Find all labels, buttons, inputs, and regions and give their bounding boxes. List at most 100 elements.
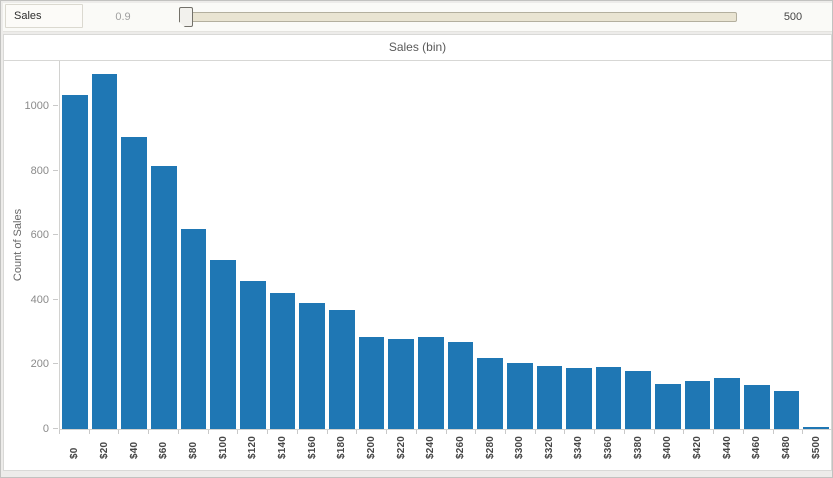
x-axis-label: $420 <box>692 436 704 460</box>
histogram-bar[interactable] <box>803 427 830 429</box>
x-label-slot: $280 <box>475 436 505 459</box>
x-axis-label: $40 <box>128 441 140 460</box>
histogram-bar[interactable] <box>91 74 118 429</box>
histogram-bar[interactable] <box>714 378 741 429</box>
chart-title: Sales (bin) <box>4 35 831 61</box>
histogram-bar[interactable] <box>328 310 355 429</box>
histogram-bar[interactable] <box>536 366 563 429</box>
bar-slot <box>564 61 594 429</box>
x-label-slot: $200 <box>357 436 387 459</box>
bar-slot <box>149 61 179 429</box>
x-tick-mark <box>296 430 298 434</box>
histogram-bar[interactable] <box>595 367 622 429</box>
bar-slot <box>801 61 831 429</box>
x-label-slot: $60 <box>149 436 179 459</box>
x-tick-mark <box>742 430 744 434</box>
x-axis-label: $260 <box>454 436 466 460</box>
y-tick-label: 200 <box>30 358 49 371</box>
histogram-bar[interactable] <box>447 342 474 429</box>
histogram-bar[interactable] <box>773 391 800 429</box>
histogram-bar[interactable] <box>299 303 325 429</box>
y-tick-mark <box>53 428 58 429</box>
plot-area <box>59 61 832 430</box>
x-tick-mark <box>237 430 239 434</box>
x-axis-label: $480 <box>781 436 793 460</box>
x-label-slot: $40 <box>119 436 149 459</box>
filter-min-value: 0.9 <box>115 11 131 23</box>
histogram-bar[interactable] <box>477 358 503 429</box>
x-axis: $0 $20 $40 $60 $80 $100 $120 $140 $160 $180 $200 $2… <box>59 430 832 470</box>
bar-slot <box>386 61 416 429</box>
histogram-bar[interactable] <box>180 229 207 429</box>
y-tick-label: 800 <box>30 164 49 177</box>
histogram-bar[interactable] <box>655 384 681 429</box>
histogram-bar[interactable] <box>566 368 592 429</box>
x-label-slot: $300 <box>505 436 535 459</box>
x-axis-label: $120 <box>247 436 259 460</box>
x-tick-mark <box>504 430 506 434</box>
x-tick-mark <box>713 430 715 434</box>
x-axis-label: $240 <box>425 436 437 460</box>
bar-slot <box>357 61 387 429</box>
bar-slot <box>623 61 653 429</box>
histogram-bar[interactable] <box>239 281 266 429</box>
bar-slot <box>179 61 209 429</box>
x-label-slot: $160 <box>297 436 327 459</box>
bar-slot <box>505 61 535 429</box>
histogram-bar[interactable] <box>388 339 414 429</box>
x-label-slot: $480 <box>772 436 802 459</box>
histogram-bar[interactable] <box>269 293 296 429</box>
x-tick-mark <box>88 430 90 434</box>
x-axis-label: $360 <box>603 436 615 460</box>
x-label-slot: $340 <box>564 436 594 459</box>
y-tick-label: 0 <box>42 423 49 435</box>
histogram-bar[interactable] <box>62 95 88 429</box>
filter-field-label[interactable]: Sales <box>5 4 83 28</box>
x-tick-mark <box>118 430 120 434</box>
histogram-bar[interactable] <box>625 371 652 429</box>
y-tick-mark <box>53 234 58 236</box>
histogram-bar[interactable] <box>744 385 770 429</box>
histogram-bar[interactable] <box>358 337 385 429</box>
histogram-bar[interactable] <box>417 337 444 429</box>
histogram-bar[interactable] <box>121 137 147 429</box>
x-tick-mark <box>267 430 269 434</box>
x-tick-mark <box>148 430 150 434</box>
x-tick-mark <box>326 430 328 434</box>
x-label-slot: $120 <box>238 436 268 459</box>
x-axis-label: $80 <box>187 441 199 460</box>
x-tick-mark <box>207 430 209 434</box>
bar-slot <box>238 61 268 429</box>
x-axis-label: $460 <box>751 436 763 460</box>
x-tick-mark <box>475 430 477 434</box>
x-label-slot: $100 <box>208 436 238 459</box>
x-axis-label: $60 <box>158 441 170 460</box>
x-tick-mark <box>356 430 358 434</box>
histogram-bar[interactable] <box>684 381 711 429</box>
x-label-slot: $320 <box>535 436 565 459</box>
x-tick-mark <box>683 430 685 434</box>
x-label-slot: $140 <box>268 436 298 459</box>
x-axis-label: $400 <box>662 436 674 460</box>
bar-slot <box>446 61 476 429</box>
bar-slot <box>653 61 683 429</box>
x-tick-mark <box>564 430 566 434</box>
histogram-bar[interactable] <box>210 260 236 429</box>
bar-slot <box>772 61 802 429</box>
x-label-slot: $80 <box>179 436 209 459</box>
bar-slot <box>297 61 327 429</box>
dashboard-window: Sales 0.9 500 Sales (bin) Count of Sales… <box>0 0 833 478</box>
slider-handle[interactable] <box>179 7 193 27</box>
x-tick-mark <box>802 430 804 434</box>
histogram-bar[interactable] <box>150 166 177 429</box>
slider-track[interactable] <box>186 12 737 22</box>
x-tick-mark <box>59 430 60 434</box>
x-label-slot: $240 <box>416 436 446 459</box>
y-axis: 0 200 400 600 800 1000 <box>4 61 59 435</box>
x-tick-mark <box>445 430 447 434</box>
x-tick-mark <box>415 430 417 434</box>
y-tick-label: 1000 <box>24 100 49 113</box>
bar-slot <box>594 61 624 429</box>
histogram-bar[interactable] <box>506 363 533 429</box>
y-tick-mark <box>53 169 58 171</box>
